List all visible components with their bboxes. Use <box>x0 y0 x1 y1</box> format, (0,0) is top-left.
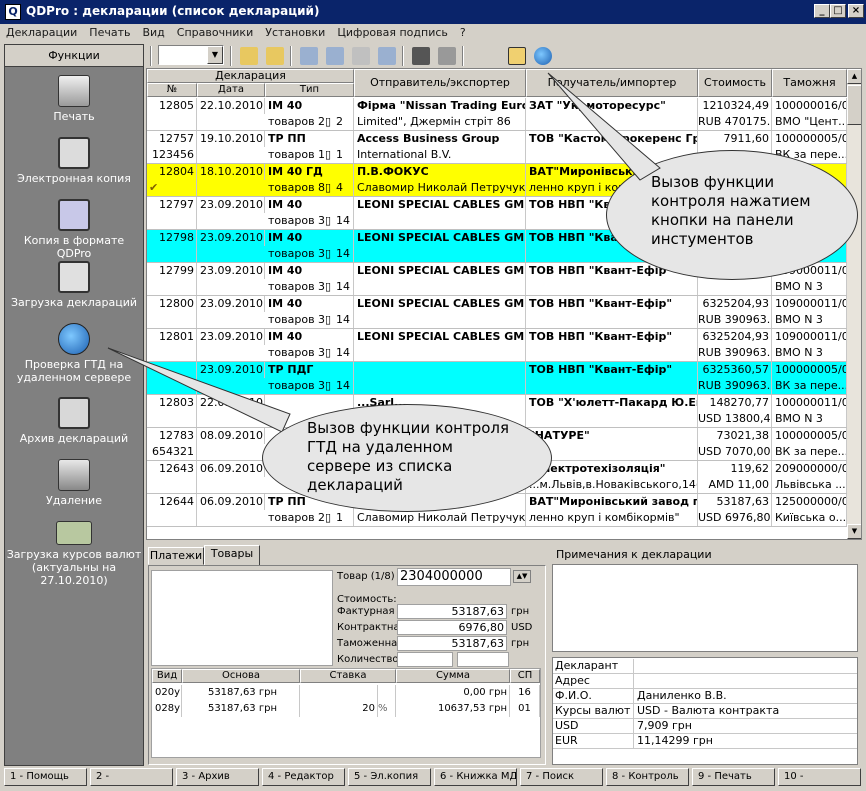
pay-header-kind: Вид <box>152 669 182 683</box>
pay-kind[interactable]: 028у <box>152 701 182 717</box>
contract-label: Контрактная <box>337 622 406 633</box>
info-row: EUR 11,14299 грн <box>553 734 857 749</box>
payments-table: Вид Основа Ставка Сумма СП 020у 53187,63… <box>151 668 541 758</box>
customs-currency: грн <box>511 638 530 649</box>
tab-payments[interactable]: Платежи <box>148 547 204 565</box>
pay-kind[interactable]: 020у <box>152 685 182 701</box>
pay-header-rate: Ставка <box>300 669 396 683</box>
callout-list: Вызов функции контроля ГТД на удаленном … <box>262 404 552 512</box>
info-row: Курсы валют USD - Валюта контракта <box>553 704 857 719</box>
cost-label: Стоимость: <box>337 594 397 605</box>
function-keys-bar: 1 - Помощь 2 - 3 - Архив 4 - Редактор 5 … <box>4 766 862 788</box>
pay-base[interactable]: 53187,63 грн <box>182 685 300 701</box>
pay-header-sum: Сумма <box>396 669 510 683</box>
customs-value-label: Таможенная <box>337 638 404 649</box>
notes-field[interactable] <box>552 564 858 652</box>
pay-sum[interactable]: 0,00 грн <box>396 685 510 701</box>
goods-spin-icon[interactable]: ▲▼ <box>513 570 531 583</box>
fkey-8-control[interactable]: 8 - Контроль <box>606 768 689 786</box>
pay-sp[interactable]: 01 <box>510 701 540 717</box>
quantity-unit-field[interactable] <box>457 652 509 667</box>
info-row: Адрес <box>553 674 857 689</box>
pay-header-base: Основа <box>182 669 300 683</box>
fkey-5-ecopy[interactable]: 5 - Эл.копия <box>348 768 431 786</box>
fkey-6-tir-book[interactable]: 6 - Книжка МДП <box>434 768 517 786</box>
goods-panel: Товар (1/8) 2304000000 ▲▼ Стоимость: Фак… <box>148 565 546 765</box>
fkey-10[interactable]: 10 - <box>778 768 861 786</box>
fkey-3-archive[interactable]: 3 - Архив <box>176 768 259 786</box>
pointer-toolbar <box>547 72 661 181</box>
detail-tabs: Платежи Товары <box>148 545 548 565</box>
pay-sp[interactable]: 16 <box>510 685 540 701</box>
pay-header-sp: СП <box>510 669 540 683</box>
fkey-9-print[interactable]: 9 - Печать <box>692 768 775 786</box>
goods-label: Товар (1/8) <box>337 571 395 582</box>
fkey-7-search[interactable]: 7 - Поиск <box>520 768 603 786</box>
pay-sum[interactable]: 10637,53 грн <box>396 701 510 717</box>
pay-rate-unit <box>378 685 396 701</box>
info-row: USD 7,909 грн <box>553 719 857 734</box>
declarant-info: Декларант Адрес Ф.И.О. Даниленко В.В. Кур… <box>552 657 858 765</box>
invoice-value[interactable]: 53187,63 <box>397 604 507 619</box>
notes-title: Примечания к декларации <box>556 548 712 561</box>
pointer-list <box>107 347 291 433</box>
contract-currency: USD <box>511 622 533 633</box>
pay-rate[interactable]: 20 <box>300 701 378 717</box>
contract-value[interactable]: 6976,80 <box>397 620 507 635</box>
fkey-1-help[interactable]: 1 - Помощь <box>4 768 87 786</box>
fkey-4-editor[interactable]: 4 - Редактор <box>262 768 345 786</box>
invoice-currency: грн <box>511 606 530 617</box>
info-row: Ф.И.О. Даниленко В.В. <box>553 689 857 704</box>
goods-code-field[interactable]: 2304000000 <box>397 568 511 586</box>
info-row: Декларант <box>553 659 857 674</box>
quantity-field[interactable] <box>397 652 453 667</box>
pay-base[interactable]: 53187,63 грн <box>182 701 300 717</box>
customs-value[interactable]: 53187,63 <box>397 636 507 651</box>
invoice-label: Фактурная <box>337 606 395 617</box>
pay-rate-unit: % <box>378 701 396 717</box>
fkey-2[interactable]: 2 - <box>90 768 173 786</box>
tab-goods[interactable]: Товары <box>204 545 260 565</box>
goods-description[interactable] <box>151 570 333 666</box>
quantity-label: Количество <box>337 654 399 665</box>
pay-rate[interactable] <box>300 685 378 701</box>
